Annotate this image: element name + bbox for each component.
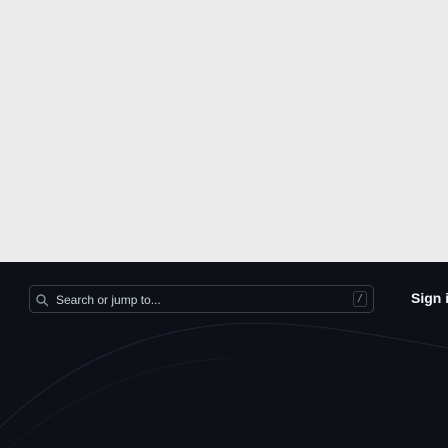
search-icon [36,294,49,307]
page: Search or jump to... / Sign in [0,0,448,448]
blank-content-area [0,0,448,262]
sign-in-link[interactable]: Sign in [411,289,448,307]
search-input[interactable]: Search or jump to... / [29,285,374,313]
search-shortcut-key: / [353,291,367,307]
site-header: Search or jump to... / Sign in [0,262,448,448]
search-placeholder: Search or jump to... [56,293,161,307]
